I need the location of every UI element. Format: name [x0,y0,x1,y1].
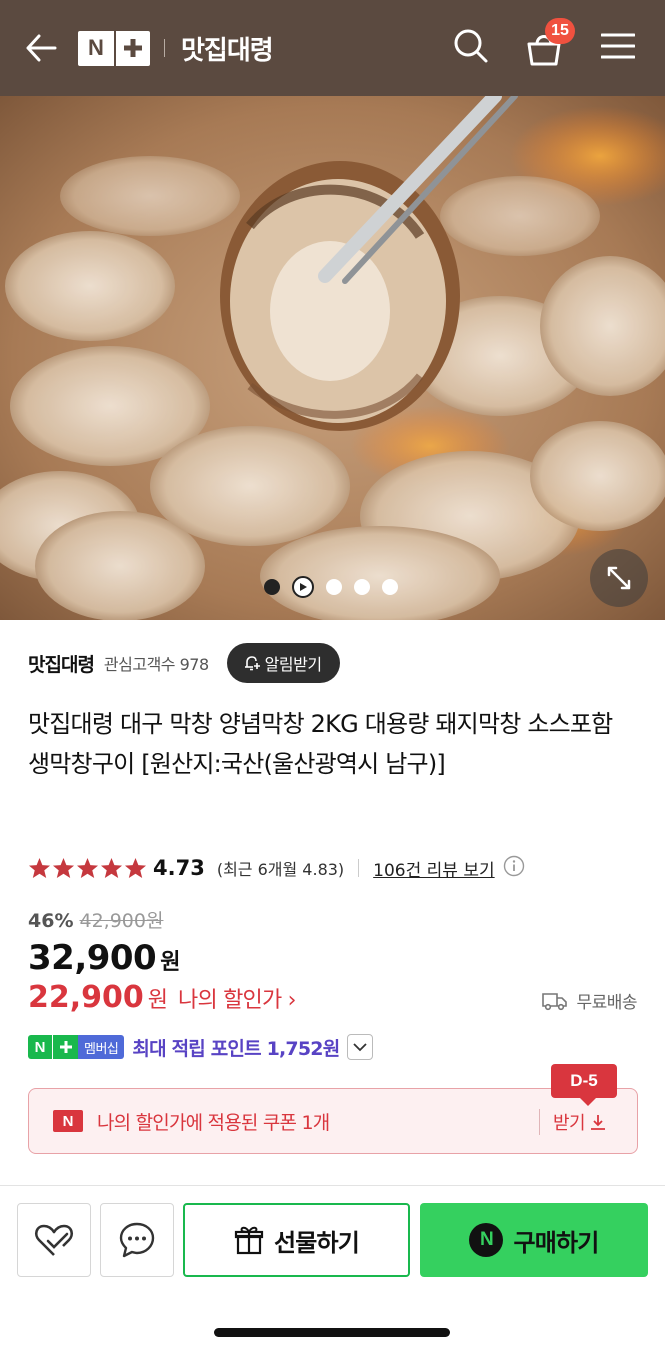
plus-icon [114,30,150,66]
logo-n: N [88,35,104,60]
discount-percent: 46% [28,910,74,932]
original-price: 42,900원 [79,910,164,932]
chat-bubble-icon [119,1222,155,1258]
coupon-text: 나의 할인가에 적용된 쿠폰 1개 [97,1111,330,1134]
my-discount-price: 22,900 [28,980,144,1015]
coupon-n-badge: N [53,1110,83,1132]
my-discount-label[interactable]: 나의 할인가 › [178,982,296,1014]
membership-row: N 멤버십 최대 적립 포인트 1,752원 [28,1033,374,1061]
bell-plus-icon [244,656,260,671]
gallery-video-dot[interactable] [292,576,314,598]
bottom-divider [0,1185,665,1186]
coupon-banner[interactable]: N 나의 할인가에 적용된 쿠폰 1개 받기 [28,1088,638,1154]
star-icon [52,857,75,879]
gift-button[interactable]: 선물하기 [183,1203,410,1277]
product-title: 맛집대령 대구 막창 양념막창 2KG 대용량 돼지막창 소스포함 생막창구이 … [28,710,613,778]
recent-rating: (최근 6개월 4.83) [216,860,345,879]
wishlist-button[interactable] [17,1203,91,1277]
expand-icon [607,566,631,590]
gallery-indicator [264,576,398,598]
buy-button[interactable]: N 구매하기 [420,1203,648,1277]
fullscreen-button[interactable] [590,549,648,607]
buy-label: 구매하기 [513,1228,599,1257]
naver-plus-logo[interactable]: N [78,30,150,66]
currency-unit: 원 [147,988,169,1013]
info-button[interactable] [503,855,525,881]
plus-icon [52,1035,78,1059]
play-icon [300,583,307,591]
gift-label: 선물하기 [273,1228,360,1257]
store-row: 맛집대령 관심고객수 978 알림받기 [28,642,340,684]
rating-row: 4.73 (최근 6개월 4.83) 106건 리뷰 보기 [28,852,525,884]
store-name-link[interactable]: 맛집대령 [28,650,95,677]
menu-icon [600,33,636,59]
cart-button[interactable]: 15 [525,18,575,68]
divider [358,859,360,877]
gallery-dot[interactable] [382,579,398,595]
store-title[interactable]: 맛집대령 [181,30,274,67]
sale-price: 32,900 [28,938,157,978]
points-expand-button[interactable] [347,1034,374,1060]
review-link[interactable]: 106건 리뷰 보기 [373,856,494,881]
heart-check-icon [34,1224,74,1256]
fan-count: 관심고객수 978 [103,655,209,674]
free-shipping: 무료배송 [542,988,637,1013]
home-indicator[interactable] [214,1328,450,1337]
discount-row: 46% 42,900원 [28,906,163,933]
star-icon [76,857,99,879]
gallery-dot[interactable] [326,579,342,595]
naver-n-icon: N [469,1223,504,1257]
max-points: 최대 적립 포인트 1,752원 [132,1037,340,1060]
talk-button[interactable] [100,1203,174,1277]
cart-count-badge: 15 [545,18,575,44]
my-discount-row[interactable]: 22,900 원 나의 할인가 › [28,980,296,1015]
info-icon [503,855,524,877]
membership-badge: N 멤버십 [28,1035,125,1059]
gift-icon [234,1226,264,1255]
truck-icon [542,992,568,1010]
divider [539,1109,540,1135]
header-divider [164,39,165,57]
chevron-down-icon [353,1043,368,1052]
badge-text: 멤버십 [78,1035,125,1059]
currency-unit: 원 [160,950,181,975]
gallery-dot[interactable] [354,579,370,595]
product-photo [0,96,665,620]
menu-button[interactable] [600,32,636,64]
back-arrow-icon [26,34,57,62]
header-actions: 15 [453,0,636,96]
price-row: 32,900 원 [28,938,180,978]
search-icon [454,29,488,63]
rating-value: 4.73 [153,856,205,880]
dday-badge: D-5 [551,1064,617,1106]
star-icon [100,857,123,879]
star-icon [28,857,51,879]
product-image-gallery[interactable] [0,96,665,620]
alarm-label: 알림받기 [264,655,322,674]
gallery-dot-active[interactable] [264,579,280,595]
badge-n: N [28,1035,52,1059]
star-icon [124,857,147,879]
download-icon [591,1115,606,1130]
back-button[interactable] [24,31,58,65]
top-header: N 맛집대령 15 [0,0,665,96]
alarm-button[interactable]: 알림받기 [226,643,340,683]
coupon-get-label: 받기 [553,1113,586,1134]
search-button[interactable] [453,28,489,68]
star-rating [28,857,147,879]
free-shipping-label: 무료배송 [576,993,637,1013]
